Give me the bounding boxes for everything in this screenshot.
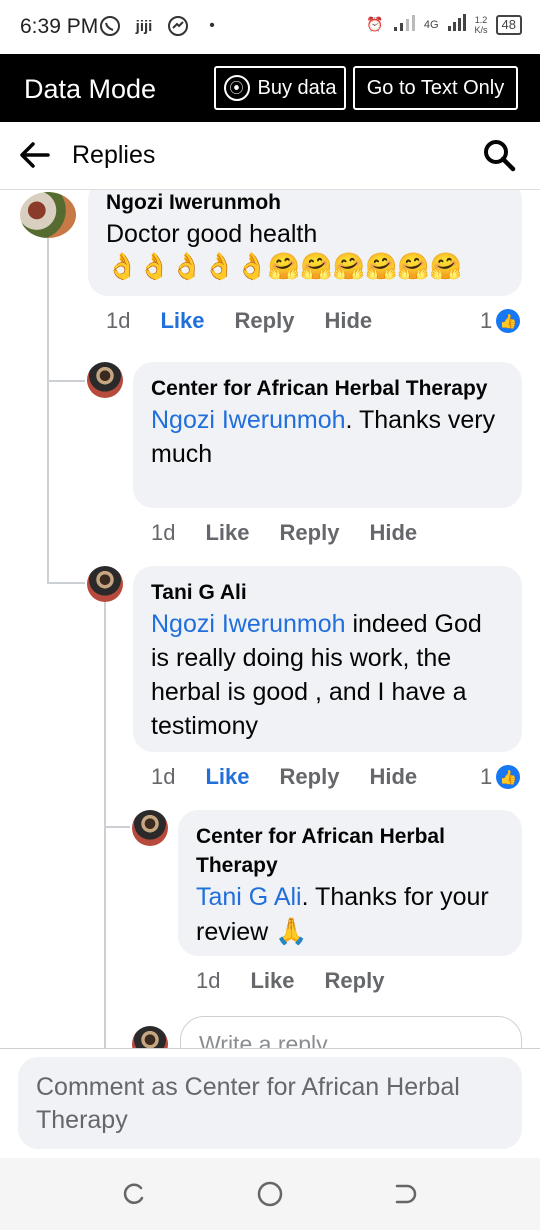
buy-data-button[interactable]: ⦿ Buy data	[214, 66, 346, 110]
back-icon	[395, 1184, 417, 1204]
thread-branch	[47, 582, 85, 584]
comment-actions: 1d Like Reply Hide	[106, 308, 372, 334]
system-icons: ⏰ 4G 1.2 K/s 48	[366, 14, 522, 35]
comment-author[interactable]: Ngozi Iwerunmoh	[106, 190, 504, 217]
comment-input[interactable]: Comment as Center for African Herbal The…	[18, 1057, 522, 1149]
comment-thread[interactable]: Ngozi Iwerunmoh Doctor good health 👌👌👌👌👌…	[0, 190, 540, 1048]
thumbs-up-icon: 👍	[496, 765, 521, 789]
comment-time: 1d	[196, 968, 221, 993]
like-button[interactable]: Like	[205, 520, 249, 546]
comment-time: 1d	[106, 308, 131, 333]
comment-author[interactable]: Center for African Herbal Therapy	[196, 822, 504, 880]
back-arrow-icon[interactable]	[18, 138, 52, 172]
comment-actions: 1d Like Reply	[196, 968, 384, 994]
mention-link[interactable]: Tani G Ali	[196, 883, 302, 911]
buy-data-label: Buy data	[257, 76, 337, 99]
comment-bubble: Center for African Herbal Therapy Tani G…	[178, 810, 522, 956]
like-button[interactable]: Like	[205, 764, 249, 790]
comment-text: Doctor good health	[106, 220, 318, 248]
reply-button[interactable]: Reply	[280, 520, 340, 546]
signal-icon	[392, 14, 416, 35]
comment-author[interactable]: Tani G Ali	[151, 578, 504, 607]
dot-icon: •	[209, 17, 215, 34]
recents-icon	[123, 1183, 144, 1204]
avatar[interactable]	[87, 362, 123, 398]
reply-button[interactable]: Reply	[280, 764, 340, 790]
page-header: Replies	[0, 122, 540, 190]
like-button[interactable]: Like	[160, 308, 204, 334]
signal-icon-2	[447, 14, 467, 35]
home-icon	[257, 1181, 283, 1207]
jiji-icon: jiji	[135, 17, 153, 35]
page-title: Replies	[72, 141, 156, 169]
avatar[interactable]	[20, 192, 76, 238]
avatar	[132, 1026, 168, 1048]
network-label: 4G	[423, 18, 439, 31]
mention-link[interactable]: Ngozi Iwerunmoh	[151, 610, 346, 638]
comment-actions: 1d Like Reply Hide	[151, 520, 417, 546]
comment-text: Tani G Ali. Thanks for your review 🙏	[196, 883, 489, 946]
reply-input[interactable]: Write a reply...	[180, 1016, 522, 1048]
like-count[interactable]: 1 👍	[480, 308, 521, 334]
battery-indicator: 48	[495, 14, 522, 35]
status-time: 6:39 PM	[20, 15, 99, 38]
comment-author[interactable]: Center for African Herbal Therapy	[151, 374, 504, 403]
mention-link[interactable]: Ngozi Iwerunmoh	[151, 406, 346, 434]
thumbs-up-icon: 👍	[496, 309, 521, 333]
whatsapp-icon	[98, 14, 122, 38]
hide-button[interactable]: Hide	[369, 520, 417, 546]
comment-emojis: 👌👌👌👌👌🤗🤗🤗🤗🤗🤗	[106, 251, 463, 281]
notification-icons: jiji •	[98, 14, 224, 38]
data-mode-bar: Data Mode ⦿ Buy data Go to Text Only	[0, 54, 540, 122]
comment-bubble: Tani G Ali Ngozi Iwerunmoh indeed God is…	[133, 566, 522, 752]
thread-line	[104, 600, 106, 1048]
comment-time: 1d	[151, 520, 176, 545]
comment-actions: 1d Like Reply Hide	[151, 764, 417, 790]
comment-text: Ngozi Iwerunmoh. Thanks very much	[151, 406, 496, 468]
hide-button[interactable]: Hide	[369, 764, 417, 790]
like-count[interactable]: 1 👍	[480, 764, 521, 790]
text-only-button[interactable]: Go to Text Only	[353, 66, 518, 110]
broadcast-icon: ⦿	[223, 75, 250, 101]
system-nav-bar	[0, 1158, 540, 1230]
thread-branch	[47, 380, 85, 382]
hide-button[interactable]: Hide	[324, 308, 372, 334]
thread-line	[47, 238, 49, 584]
comment-bubble: Ngozi Iwerunmoh Doctor good health 👌👌👌👌👌…	[88, 190, 522, 296]
reply-button[interactable]: Reply	[325, 968, 385, 994]
comment-time: 1d	[151, 764, 176, 789]
reply-button[interactable]: Reply	[235, 308, 295, 334]
search-icon[interactable]	[482, 138, 516, 172]
back-button[interactable]	[388, 1178, 420, 1210]
like-button[interactable]: Like	[250, 968, 294, 994]
comment-text: Ngozi Iwerunmoh indeed God is really doi…	[151, 610, 482, 740]
avatar[interactable]	[87, 566, 123, 602]
alarm-icon: ⏰	[366, 16, 384, 32]
comment-composer: Comment as Center for African Herbal The…	[0, 1048, 540, 1158]
thread-branch	[104, 826, 130, 828]
status-bar: 6:39 PM jiji • ⏰ 4G 1.2 K/s 48	[0, 0, 540, 54]
pray-emoji: 🙏	[275, 916, 308, 946]
comment-bubble: Center for African Herbal Therapy Ngozi …	[133, 362, 522, 508]
recent-apps-button[interactable]	[118, 1178, 150, 1210]
data-mode-title: Data Mode	[24, 74, 157, 104]
messenger-icon	[166, 14, 190, 38]
avatar[interactable]	[132, 810, 168, 846]
net-speed: 1.2 K/s	[474, 14, 488, 35]
home-button[interactable]	[254, 1178, 286, 1210]
